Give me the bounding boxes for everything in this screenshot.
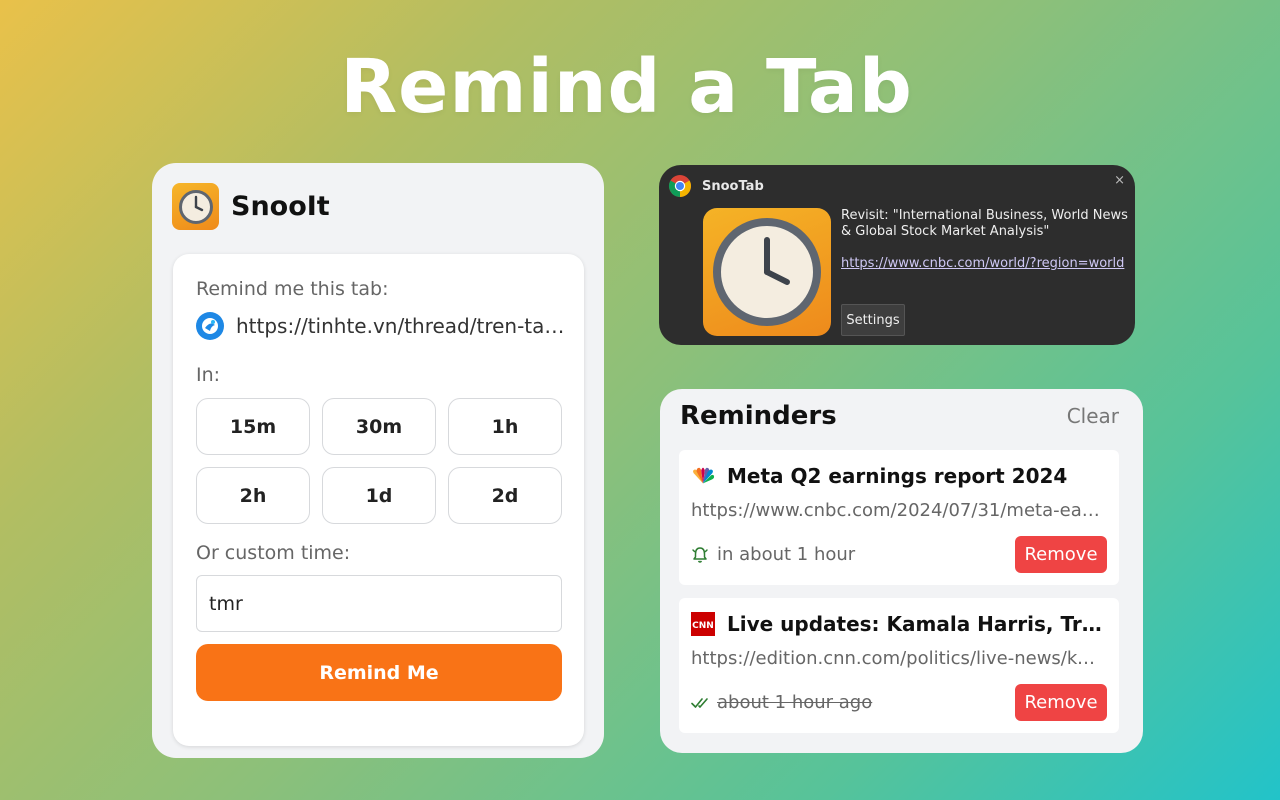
clear-button[interactable]: Clear: [1067, 404, 1119, 428]
notification-header: SnooTab: [668, 174, 764, 198]
nbc-peacock-icon: [691, 464, 715, 488]
tinhte-favicon-icon: [196, 312, 224, 340]
reminders-title: Reminders: [680, 401, 837, 431]
reminder-status-text: in about 1 hour: [717, 544, 856, 565]
in-label: In:: [196, 364, 221, 386]
reminder-title-row: CNN Live updates: Kamala Harris, Trump …: [691, 612, 1103, 636]
preset-time-grid: 15m 30m 1h 2h 1d 2d: [196, 398, 562, 524]
clock-app-icon: [172, 183, 219, 230]
remind-form-card: Remind me this tab: https://tinhte.vn/th…: [173, 254, 584, 746]
reminder-title[interactable]: Meta Q2 earnings report 2024: [727, 464, 1067, 488]
app-name: SnooIt: [231, 191, 330, 222]
desktop-notification[interactable]: SnooTab × Revisit: "International Busine…: [659, 165, 1135, 345]
notification-app-name: SnooTab: [702, 178, 764, 194]
snooit-popup: SnooIt Remind me this tab: https://tinht…: [152, 163, 604, 758]
reminder-url[interactable]: https://www.cnbc.com/2024/07/31/meta-ear…: [691, 500, 1101, 521]
reminder-status-text: about 1 hour ago: [717, 692, 873, 713]
bell-icon: [692, 546, 708, 563]
reminders-panel: Reminders Clear Meta Q2 earnings report …: [660, 389, 1143, 753]
remind-label: Remind me this tab:: [196, 278, 389, 300]
time-2h-button[interactable]: 2h: [196, 467, 310, 524]
cnn-logo-icon: CNN: [691, 612, 715, 636]
clock-image-icon: [703, 208, 831, 336]
notification-link[interactable]: https://www.cnbc.com/world/?region=world: [841, 256, 1124, 271]
remove-button[interactable]: Remove: [1015, 684, 1107, 721]
time-15m-button[interactable]: 15m: [196, 398, 310, 455]
time-1d-button[interactable]: 1d: [322, 467, 436, 524]
time-1h-button[interactable]: 1h: [448, 398, 562, 455]
hero-title: Remind a Tab: [340, 44, 913, 130]
current-tab-row: https://tinhte.vn/thread/tren-tay-…: [196, 312, 566, 340]
reminder-url[interactable]: https://edition.cnn.com/politics/live-ne…: [691, 648, 1101, 669]
close-icon[interactable]: ×: [1114, 173, 1125, 188]
remove-button[interactable]: Remove: [1015, 536, 1107, 573]
time-2d-button[interactable]: 2d: [448, 467, 562, 524]
custom-time-input[interactable]: [196, 575, 562, 632]
notification-settings-button[interactable]: Settings: [841, 304, 905, 336]
svg-text:CNN: CNN: [692, 621, 714, 631]
reminder-status: in about 1 hour: [691, 544, 855, 565]
current-tab-url: https://tinhte.vn/thread/tren-tay-…: [236, 314, 566, 338]
reminder-item[interactable]: CNN Live updates: Kamala Harris, Trump ……: [679, 598, 1119, 733]
chrome-icon: [669, 175, 691, 197]
reminder-status: about 1 hour ago: [691, 692, 872, 713]
remind-me-button[interactable]: Remind Me: [196, 644, 562, 701]
time-30m-button[interactable]: 30m: [322, 398, 436, 455]
popup-header: SnooIt: [172, 183, 330, 230]
custom-time-label: Or custom time:: [196, 542, 351, 564]
reminder-item[interactable]: Meta Q2 earnings report 2024 https://www…: [679, 450, 1119, 585]
reminder-title[interactable]: Live updates: Kamala Harris, Trump …: [727, 612, 1103, 636]
notification-message: Revisit: "International Business, World …: [841, 208, 1128, 239]
double-check-icon: [691, 697, 708, 708]
reminder-title-row: Meta Q2 earnings report 2024: [691, 464, 1103, 488]
